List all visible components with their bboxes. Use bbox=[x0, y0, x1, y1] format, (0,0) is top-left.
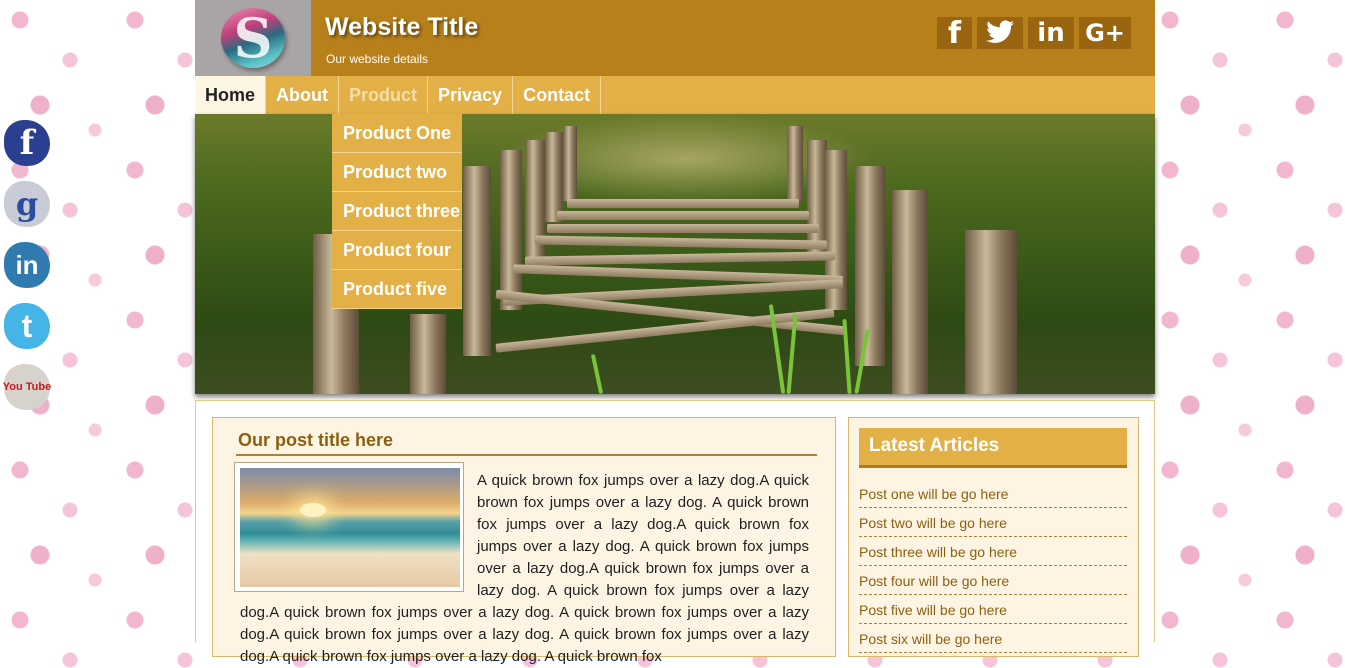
youtube-icon[interactable]: You Tube bbox=[2, 362, 52, 412]
dock-post bbox=[563, 126, 577, 201]
site-title[interactable]: Website Title bbox=[325, 13, 478, 42]
dock-post bbox=[525, 140, 545, 270]
dock-post bbox=[965, 230, 1017, 394]
logo-s-icon: S bbox=[233, 6, 273, 70]
dock-post bbox=[410, 314, 446, 394]
dock-post bbox=[500, 150, 522, 310]
latest-articles-list: Post one will be go here Post two will b… bbox=[859, 480, 1127, 654]
article-link[interactable]: Post two will be go here bbox=[859, 509, 1127, 537]
header-social-links: f in G+ bbox=[937, 16, 1131, 51]
twitter-icon[interactable] bbox=[977, 17, 1023, 49]
dock-post bbox=[787, 126, 803, 201]
floating-social-bar: f g in t You Tube bbox=[2, 118, 56, 423]
facebook-glyph: f bbox=[19, 123, 35, 163]
main-nav: Home About Product Privacy Contact bbox=[195, 76, 1155, 114]
dock-plank bbox=[557, 211, 809, 220]
dock-post bbox=[463, 166, 491, 356]
dock-plank bbox=[567, 199, 799, 208]
page-wrapper: S Website Title Our website details f in… bbox=[195, 0, 1155, 665]
grass-blade bbox=[842, 318, 852, 394]
nav-about[interactable]: About bbox=[266, 76, 339, 114]
linkedin-glyph: in bbox=[15, 249, 39, 280]
article-link[interactable]: Post five will be go here bbox=[859, 596, 1127, 624]
nav-privacy[interactable]: Privacy bbox=[428, 76, 514, 114]
article-link[interactable]: Post one will be go here bbox=[859, 480, 1127, 508]
dropdown-item-product-three[interactable]: Product three bbox=[332, 192, 462, 231]
product-dropdown-menu: Product One Product two Product three Pr… bbox=[332, 114, 462, 309]
google-icon[interactable]: g bbox=[2, 179, 52, 229]
article-link[interactable]: Post six will be go here bbox=[859, 625, 1127, 653]
sidebar-widget: Latest Articles Post one will be go here… bbox=[848, 417, 1139, 657]
google-glyph: g bbox=[15, 185, 39, 223]
dock-plank bbox=[547, 224, 819, 233]
linkedin-icon[interactable]: in bbox=[1028, 17, 1074, 49]
site-subtitle: Our website details bbox=[326, 52, 429, 66]
post-card: Our post title here A quick brown fox ju… bbox=[212, 417, 836, 665]
dock-post bbox=[545, 132, 563, 222]
dropdown-item-product-five[interactable]: Product five bbox=[332, 270, 462, 309]
twitter-glyph: t bbox=[21, 307, 33, 344]
nav-product[interactable]: Product bbox=[339, 76, 429, 114]
linkedin-icon[interactable]: in bbox=[2, 240, 52, 290]
youtube-glyph: You Tube bbox=[2, 381, 52, 393]
grass-blade bbox=[590, 354, 604, 394]
nav-home[interactable]: Home bbox=[195, 76, 267, 114]
post-body: A quick brown fox jumps over a lazy dog.… bbox=[240, 470, 809, 668]
post-title[interactable]: Our post title here bbox=[238, 430, 393, 451]
article-link[interactable]: Post four will be go here bbox=[859, 567, 1127, 595]
post-title-divider bbox=[236, 454, 817, 456]
twitter-icon[interactable]: t bbox=[2, 301, 52, 351]
content-area: Our post title here A quick brown fox ju… bbox=[195, 400, 1155, 665]
dock-post bbox=[855, 166, 885, 366]
site-header: S Website Title Our website details f in… bbox=[195, 0, 1155, 76]
article-link[interactable]: Post three will be go here bbox=[859, 538, 1127, 566]
sidebar-header: Latest Articles bbox=[859, 428, 1127, 468]
dock-plank bbox=[524, 251, 836, 266]
logo[interactable]: S bbox=[195, 0, 311, 76]
nav-contact[interactable]: Contact bbox=[513, 76, 602, 114]
dropdown-item-product-one[interactable]: Product One bbox=[332, 114, 462, 153]
dock-post bbox=[892, 190, 928, 394]
dock-plank bbox=[534, 235, 828, 250]
dropdown-item-product-two[interactable]: Product two bbox=[332, 153, 462, 192]
facebook-icon[interactable]: f bbox=[2, 118, 52, 168]
google-plus-icon[interactable]: G+ bbox=[1079, 17, 1131, 49]
dropdown-item-product-four[interactable]: Product four bbox=[332, 231, 462, 270]
sidebar-title: Latest Articles bbox=[869, 435, 1000, 456]
facebook-icon[interactable]: f bbox=[937, 16, 972, 51]
